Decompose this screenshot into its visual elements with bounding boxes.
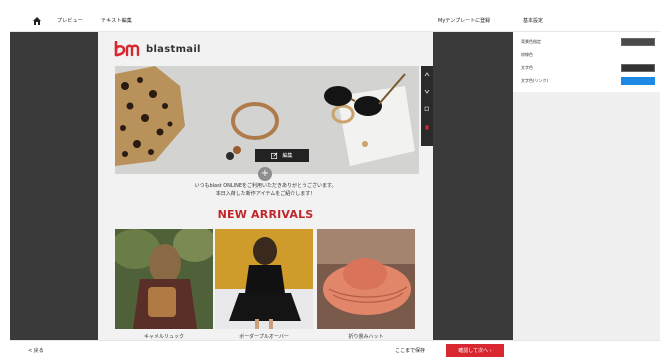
confirm-next-button[interactable]: 確認して次へ ›	[446, 344, 504, 357]
block-toolbar	[421, 66, 433, 146]
product-image-camel-backpack[interactable]	[115, 229, 213, 329]
property-row: 文字色(リンク)	[521, 77, 655, 86]
logo[interactable]: blastmail	[113, 38, 233, 60]
intro-text-line1[interactable]: いつもblast ONLINEをご利用いただきありがとうございます。	[98, 182, 433, 189]
property-row: 枠線色	[521, 51, 655, 60]
product-caption[interactable]: ボーダープルオーバー	[215, 333, 313, 340]
product-image-border-pullover[interactable]	[215, 229, 313, 329]
left-gutter	[10, 32, 98, 340]
tab-text-edit[interactable]: テキスト編集	[101, 17, 132, 24]
editor-root: プレビュー テキスト編集 Myテンプレートに登録 基本設定 blastmail	[0, 0, 667, 364]
save-progress-button[interactable]: ここまで保存	[395, 347, 425, 354]
product-caption[interactable]: 折り畳みハット	[317, 333, 415, 340]
product-image-folding-hat[interactable]	[317, 229, 415, 329]
back-button[interactable]: < 戻る	[28, 347, 44, 354]
right-gutter	[433, 32, 513, 340]
add-block-button[interactable]: +	[258, 167, 272, 181]
property-row: 文字色	[521, 64, 655, 73]
bottom-bar: < 戻る ここまで保存 確認して次へ ›	[10, 340, 660, 360]
tab-preview[interactable]: プレビュー	[57, 17, 83, 24]
property-label: 背景色指定	[521, 39, 541, 44]
move-down-icon[interactable]	[424, 88, 430, 94]
color-swatch-link[interactable]	[621, 77, 655, 85]
edit-button-label: 編集	[282, 153, 293, 159]
home-icon[interactable]	[32, 16, 42, 26]
delete-icon[interactable]	[424, 124, 430, 130]
property-label: 枠線色	[521, 52, 533, 57]
move-up-icon[interactable]	[424, 72, 430, 78]
logo-text: blastmail	[146, 44, 201, 55]
intro-text-line2[interactable]: 本日入荷した新作アイテムをご紹介します！	[98, 190, 433, 197]
property-row: 背景色指定	[521, 38, 655, 47]
edit-icon	[271, 152, 278, 159]
hero-image[interactable]: 編集	[115, 66, 419, 174]
register-mytemplate-button[interactable]: Myテンプレートに登録	[438, 17, 490, 24]
email-canvas[interactable]: blastmail 編集 + いつもblast ONLINEをご利用いただきあり…	[98, 32, 433, 340]
top-bar: プレビュー テキスト編集 Myテンプレートに登録 基本設定	[10, 10, 660, 32]
property-label: 文字色	[521, 65, 533, 70]
edit-image-button[interactable]: 編集	[255, 149, 309, 162]
color-swatch-border[interactable]	[621, 51, 655, 59]
color-swatch-text[interactable]	[621, 64, 655, 72]
new-arrivals-heading[interactable]: NEW ARRIVALS	[98, 208, 433, 221]
product-photo-3	[317, 229, 415, 329]
properties-box: 背景色指定 枠線色 文字色 文字色(リンク)	[513, 32, 660, 92]
product-photo-2	[215, 229, 313, 329]
blastmail-logo-mark	[114, 41, 140, 57]
properties-title: 基本設定	[523, 18, 544, 24]
properties-panel: 背景色指定 枠線色 文字色 文字色(リンク)	[513, 32, 660, 340]
product-caption[interactable]: キャメルリュック	[115, 333, 213, 340]
property-label: 文字色(リンク)	[521, 78, 549, 83]
product-photo-1	[115, 229, 213, 329]
color-swatch-background[interactable]	[621, 38, 655, 46]
copy-icon[interactable]	[424, 106, 430, 112]
